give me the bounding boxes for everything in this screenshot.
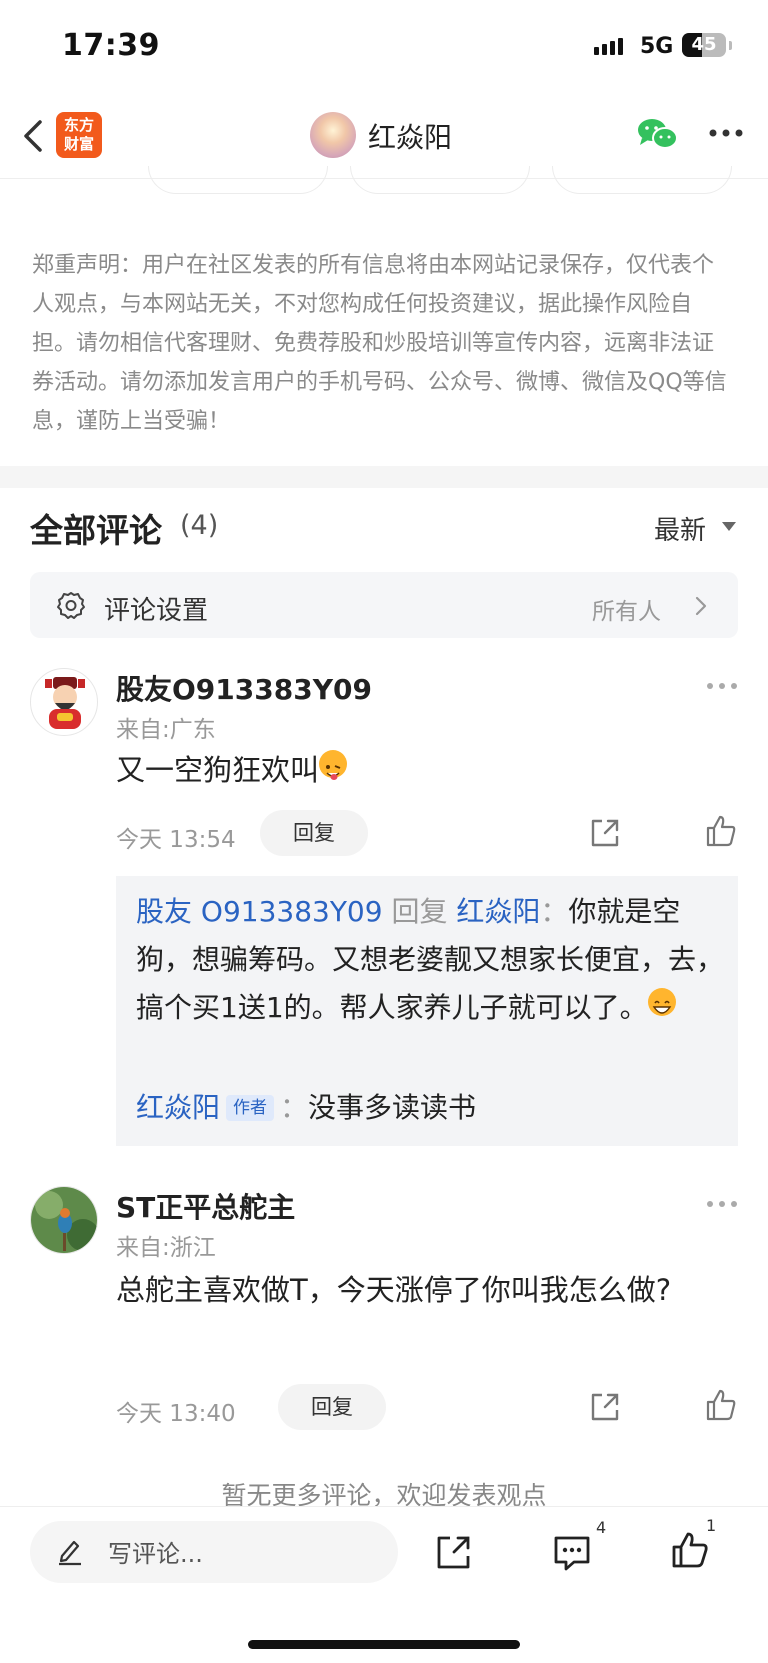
reply-button[interactable]: 回复 bbox=[260, 810, 368, 856]
comment-count-badge: 4 bbox=[596, 1518, 607, 1537]
comment-more-icon[interactable] bbox=[706, 1200, 738, 1208]
settings-label: 评论设置 bbox=[104, 596, 209, 626]
signal-icon bbox=[594, 38, 623, 55]
section-divider bbox=[0, 466, 768, 488]
bird-photo-avatar-icon bbox=[31, 1187, 97, 1253]
comment-icon[interactable] bbox=[552, 1533, 592, 1573]
page-title[interactable]: 红焱阳 bbox=[368, 116, 452, 156]
gear-icon bbox=[57, 592, 85, 619]
sort-dropdown[interactable]: 最新 bbox=[654, 510, 706, 547]
app-logo[interactable]: 东方 财富 bbox=[56, 112, 102, 158]
comment-text: 总舵主喜欢做T，今天涨停了你叫我怎么做? bbox=[116, 1273, 672, 1307]
wechat-icon[interactable] bbox=[636, 116, 680, 152]
comment-time: 今天 13:40 bbox=[116, 1401, 236, 1427]
share-icon[interactable] bbox=[434, 1532, 474, 1572]
caret-down-icon[interactable] bbox=[722, 522, 736, 531]
comment-location: 来自:浙江 bbox=[116, 1235, 216, 1261]
reply-colon: ： bbox=[540, 895, 569, 928]
author-badge: 作者 bbox=[226, 1095, 275, 1121]
comment-time: 今天 13:54 bbox=[116, 827, 236, 853]
like-count-badge: 1 bbox=[706, 1516, 717, 1535]
logo-line-1: 东方 bbox=[63, 116, 94, 134]
fortune-god-avatar-icon bbox=[45, 677, 85, 729]
reply-from-user[interactable]: 红焱阳 bbox=[136, 1091, 220, 1124]
comment-username[interactable]: ST正平总舵主 bbox=[116, 1186, 295, 1226]
reply-from-user[interactable]: 股友 O913383Y09 bbox=[136, 895, 383, 928]
more-icon[interactable] bbox=[708, 128, 744, 138]
comments-title: 全部评论 bbox=[30, 511, 162, 550]
disclaimer-text: 郑重声明：用户在社区发表的所有信息将由本网站记录保存，仅代表个人观点，与本网站无… bbox=[32, 253, 727, 434]
chevron-right-icon bbox=[695, 596, 707, 616]
share-icon[interactable] bbox=[588, 1390, 622, 1424]
comment-input[interactable] bbox=[30, 1521, 398, 1583]
reply-verb: 回复 bbox=[391, 895, 448, 928]
action-stub-2 bbox=[350, 166, 530, 194]
commenter-avatar[interactable] bbox=[30, 668, 98, 736]
like-icon[interactable] bbox=[670, 1530, 710, 1570]
network-label: 5G bbox=[640, 34, 674, 59]
reply-item[interactable]: 红焱阳 作者 ：没事多读读书 bbox=[136, 1084, 726, 1132]
comment-placeholder[interactable]: 写评论... bbox=[108, 1534, 203, 1569]
commenter-avatar[interactable] bbox=[30, 1186, 98, 1254]
settings-value: 所有人 bbox=[592, 599, 661, 625]
comments-count: (4) bbox=[180, 510, 219, 541]
reply-button[interactable]: 回复 bbox=[278, 1384, 386, 1430]
reply-colon: ： bbox=[280, 1091, 309, 1124]
reply-body: 没事多读读书 bbox=[308, 1091, 477, 1124]
back-icon[interactable] bbox=[20, 116, 50, 156]
comment-location: 来自:广东 bbox=[116, 717, 216, 743]
comment-body: 又一空狗狂欢叫 bbox=[116, 753, 320, 787]
share-icon[interactable] bbox=[588, 816, 622, 850]
comment-username[interactable]: 股友O913383Y09 bbox=[116, 668, 372, 708]
status-time: 17:39 bbox=[62, 28, 160, 63]
grin-emoji-icon bbox=[647, 988, 676, 1016]
battery-icon: 45 bbox=[682, 33, 726, 57]
battery-tip bbox=[729, 41, 732, 50]
action-stub-1 bbox=[148, 166, 328, 194]
author-avatar[interactable] bbox=[310, 112, 356, 158]
wink-tongue-emoji-icon bbox=[319, 750, 348, 780]
comment-more-icon[interactable] bbox=[706, 682, 738, 690]
like-icon[interactable] bbox=[704, 1388, 738, 1422]
like-icon[interactable] bbox=[704, 814, 738, 848]
action-stub-3 bbox=[552, 166, 732, 194]
comment-text: 又一空狗狂欢叫 bbox=[116, 746, 736, 794]
battery-label: 45 bbox=[691, 34, 717, 55]
reply-item[interactable]: 股友 O913383Y09 回复 红焱阳：你就是空狗，想骗筹码。又想老婆靓又想家… bbox=[136, 888, 726, 1032]
reply-to-user[interactable]: 红焱阳 bbox=[456, 895, 540, 928]
home-indicator[interactable] bbox=[248, 1640, 520, 1649]
logo-line-2: 财富 bbox=[63, 135, 94, 153]
pen-icon bbox=[59, 1540, 81, 1566]
